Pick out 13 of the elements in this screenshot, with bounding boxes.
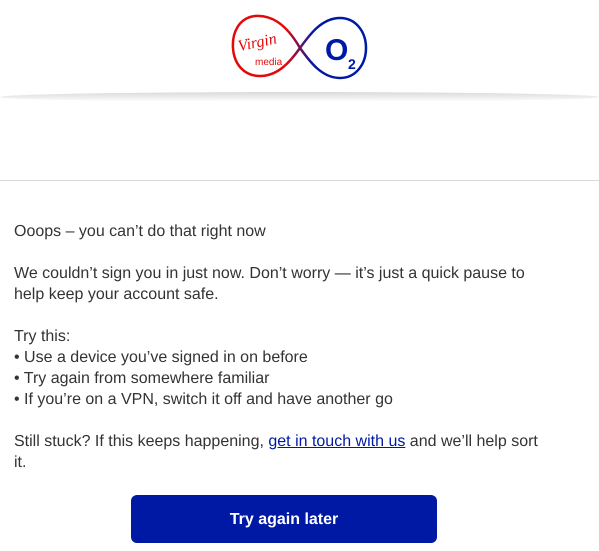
try-again-button[interactable]: Try again later bbox=[131, 495, 437, 543]
tip-text: • Try again from somewhere familiar bbox=[14, 369, 270, 389]
help-text: Still stuck? If this keeps happening, get in touch with us and we’ll help sort it. bbox=[14, 432, 539, 473]
logo-text: media bbox=[254, 57, 282, 68]
error-heading: Ooops – you can’t do that right now bbox=[14, 222, 267, 242]
message-text: We couldn’t sign you in just now. Don’t worry — it’s just a quick pause to help keep your account safe. bbox=[14, 264, 526, 305]
tip-text: • Use a device you’ve signed in on before bbox=[14, 348, 309, 368]
contact-link[interactable]: get in touch with us bbox=[268, 433, 406, 450]
logo-text: 2 bbox=[348, 56, 356, 72]
logo-text: Virgin bbox=[236, 30, 278, 56]
tip-text: • If you’re on a VPN, switch it off and have another go bbox=[14, 390, 394, 410]
tips-title: Try this: bbox=[14, 327, 72, 347]
logo-text: O bbox=[324, 34, 348, 67]
